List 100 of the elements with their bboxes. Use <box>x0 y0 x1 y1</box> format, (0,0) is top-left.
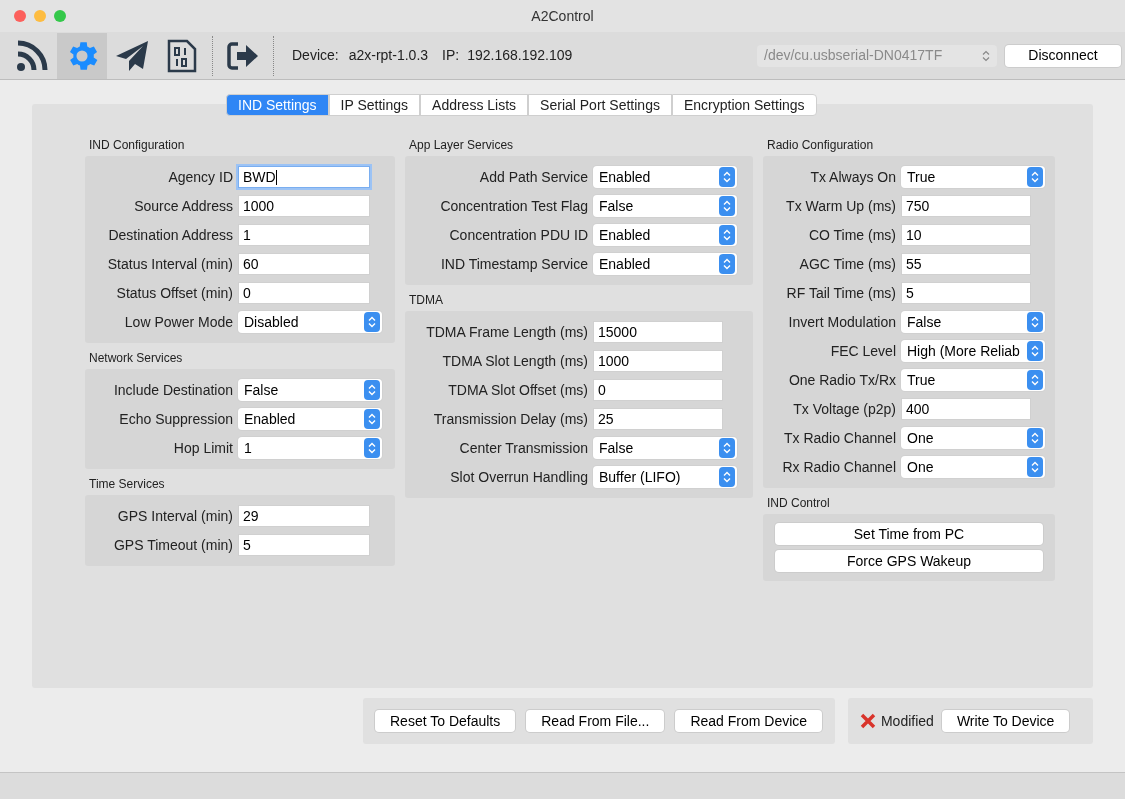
chevron-icon <box>982 49 990 62</box>
group-title: IND Control <box>766 495 831 512</box>
field-label: CO Time (ms) <box>807 225 897 245</box>
field-label: Concentration Test Flag <box>439 196 589 216</box>
chevron-icon <box>364 438 380 458</box>
text-field[interactable]: 1000 <box>593 350 723 372</box>
field-label: Agency ID <box>167 167 234 187</box>
dropdown[interactable]: Disabled <box>238 311 382 333</box>
ip-label: IP: <box>442 46 460 65</box>
text-field[interactable]: 5 <box>238 534 370 556</box>
chevron-icon <box>719 225 735 245</box>
dropdown[interactable]: Enabled <box>593 253 737 275</box>
text-field[interactable]: 10 <box>901 224 1031 246</box>
text-field[interactable]: 15000 <box>593 321 723 343</box>
tab[interactable]: Address Lists <box>420 94 529 116</box>
field-label: Invert Modulation <box>787 312 897 332</box>
window-title: A2Control <box>531 6 594 26</box>
dropdown[interactable]: True <box>901 369 1045 391</box>
field-label: Tx Radio Channel <box>782 428 897 448</box>
group-title: TDMA <box>408 292 444 309</box>
action-button[interactable]: Set Time from PC <box>775 523 1043 545</box>
field-label: Include Destination <box>112 380 234 400</box>
disconnect-button[interactable]: Disconnect <box>1005 44 1121 67</box>
field-label: AGC Time (ms) <box>798 254 897 274</box>
field-label: Transmission Delay (ms) <box>432 409 589 429</box>
write-button[interactable]: Write To Device <box>941 710 1070 732</box>
chevron-icon <box>364 312 380 332</box>
dropdown[interactable]: False <box>593 437 737 459</box>
text-field[interactable]: 5 <box>901 282 1031 304</box>
text-field[interactable]: 55 <box>901 253 1031 275</box>
dropdown[interactable]: False <box>593 195 737 217</box>
text-field[interactable]: BWD <box>238 166 370 188</box>
file-action-button[interactable]: Reset To Defaults <box>375 710 516 732</box>
chevron-icon <box>719 167 735 187</box>
text-field[interactable]: 25 <box>593 408 723 430</box>
field-label: Concentration PDU ID <box>448 225 589 245</box>
dropdown[interactable]: False <box>901 311 1045 333</box>
dropdown[interactable]: Enabled <box>238 408 382 430</box>
chevron-icon <box>719 196 735 216</box>
group-title: Radio Configuration <box>766 137 875 154</box>
dropdown[interactable]: Enabled <box>593 224 737 246</box>
field-label: GPS Timeout (min) <box>112 535 234 555</box>
group-title: Network Services <box>88 350 184 367</box>
dropdown[interactable]: False <box>238 379 382 401</box>
chevron-icon <box>719 467 735 487</box>
tab[interactable]: Serial Port Settings <box>528 94 672 116</box>
field-label: Hop Limit <box>172 438 234 458</box>
dropdown[interactable]: Enabled <box>593 166 737 188</box>
chevron-icon <box>1027 457 1043 477</box>
field-label: Echo Suppression <box>118 409 234 429</box>
chevron-icon <box>1027 341 1043 361</box>
field-label: Status Interval (min) <box>106 254 234 274</box>
group-title: IND Configuration <box>88 137 186 154</box>
file-action-button[interactable]: Read From Device <box>675 710 823 732</box>
text-field[interactable]: 29 <box>238 505 370 527</box>
field-label: Tx Warm Up (ms) <box>785 196 897 216</box>
field-label: Destination Address <box>107 225 234 245</box>
dropdown[interactable]: High (More Reliab <box>901 340 1045 362</box>
field-label: One Radio Tx/Rx <box>787 370 897 390</box>
field-label: Status Offset (min) <box>115 283 234 303</box>
action-button[interactable]: Force GPS Wakeup <box>775 550 1043 572</box>
field-label: GPS Interval (min) <box>116 506 234 526</box>
text-field[interactable]: 0 <box>593 379 723 401</box>
group-title: Time Services <box>88 476 166 493</box>
dropdown[interactable]: One <box>901 427 1045 449</box>
ip-address: 192.168.192.109 <box>467 46 573 65</box>
field-label: TDMA Frame Length (ms) <box>425 322 589 342</box>
text-field[interactable]: 750 <box>901 195 1031 217</box>
dropdown[interactable]: 1 <box>238 437 382 459</box>
chevron-icon <box>1027 370 1043 390</box>
chevron-icon <box>1027 428 1043 448</box>
text-field[interactable]: 1 <box>238 224 370 246</box>
dropdown[interactable]: Buffer (LIFO) <box>593 466 737 488</box>
field-label: RF Tail Time (ms) <box>785 283 897 303</box>
device-label: Device: <box>292 46 339 65</box>
tab[interactable]: IND Settings <box>226 94 329 116</box>
dropdown[interactable]: One <box>901 456 1045 478</box>
field-label: Add Path Service <box>478 167 589 187</box>
field-label: TDMA Slot Offset (ms) <box>447 380 589 400</box>
chevron-icon <box>719 254 735 274</box>
tab[interactable]: Encryption Settings <box>671 94 817 116</box>
device-name: a2x-rpt-1.0.3 <box>348 46 429 65</box>
field-label: TDMA Slot Length (ms) <box>441 351 589 371</box>
field-label: IND Timestamp Service <box>439 254 589 274</box>
field-label: FEC Level <box>829 341 897 361</box>
text-field[interactable]: 60 <box>238 253 370 275</box>
field-label: Center Transmission <box>458 438 589 458</box>
chevron-icon <box>1027 312 1043 332</box>
chevron-icon <box>364 409 380 429</box>
text-field[interactable]: 400 <box>901 398 1031 420</box>
text-field[interactable]: 0 <box>238 282 370 304</box>
tab[interactable]: IP Settings <box>328 94 421 116</box>
field-label: Low Power Mode <box>123 312 234 332</box>
text-field[interactable]: 1000 <box>238 195 370 217</box>
field-label: Source Address <box>133 196 234 216</box>
chevron-icon <box>1027 167 1043 187</box>
file-action-button[interactable]: Read From File... <box>526 710 665 732</box>
chevron-icon <box>719 438 735 458</box>
dropdown[interactable]: True <box>901 166 1045 188</box>
group-title: App Layer Services <box>408 137 515 154</box>
